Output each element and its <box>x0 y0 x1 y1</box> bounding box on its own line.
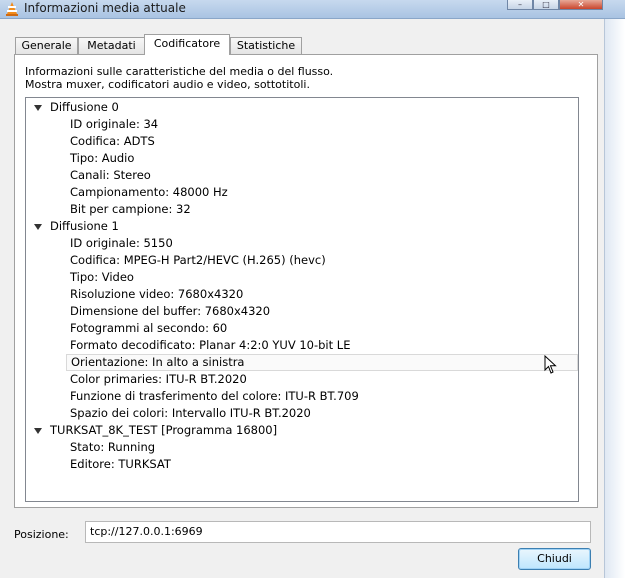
tree-node-stream-1[interactable]: Diffusione 1 <box>26 218 576 235</box>
tree-item[interactable]: Dimensione del buffer: 7680x4320 <box>70 303 270 320</box>
tab-statistiche[interactable]: Statistiche <box>230 37 302 54</box>
tree-item[interactable]: Tipo: Video <box>70 269 134 286</box>
tree-node-label: TURKSAT_8K_TEST [Programma 16800] <box>50 423 278 437</box>
tree-item[interactable]: Canali: Stereo <box>70 167 151 184</box>
codec-tree[interactable]: Diffusione 0 ID originale: 34 Codifica: … <box>25 97 579 502</box>
tree-node-stream-0[interactable]: Diffusione 0 <box>26 99 576 116</box>
tree-item[interactable]: Editore: TURKSAT <box>70 456 171 473</box>
expand-arrow-icon[interactable] <box>34 224 42 230</box>
tree-node-label: Diffusione 1 <box>50 219 119 233</box>
close-button[interactable]: Chiudi <box>518 548 591 570</box>
position-field[interactable]: tcp://127.0.0.1:6969 <box>85 521 591 543</box>
tree-item[interactable]: Bit per campione: 32 <box>70 201 191 218</box>
tree-item[interactable]: ID originale: 5150 <box>70 235 173 252</box>
tab-metadati[interactable]: Metadati <box>78 37 145 54</box>
tree-item[interactable]: Spazio dei colori: Intervallo ITU-R BT.2… <box>70 405 311 422</box>
tab-generale[interactable]: Generale <box>15 37 78 54</box>
position-label: Posizione: <box>14 528 69 541</box>
tree-node-program[interactable]: TURKSAT_8K_TEST [Programma 16800] <box>26 422 576 439</box>
codec-panel: Informazioni sulle caratteristiche del m… <box>14 54 598 508</box>
maximize-button[interactable]: □ <box>533 0 559 10</box>
tree-node-label: Diffusione 0 <box>50 100 119 114</box>
tree-item[interactable]: Risoluzione video: 7680x4320 <box>70 286 243 303</box>
tree-item[interactable]: Stato: Running <box>70 439 155 456</box>
minimize-button[interactable]: – <box>507 0 533 10</box>
window-frame <box>605 19 625 578</box>
tree-item[interactable]: ID originale: 34 <box>70 116 158 133</box>
tab-codificatore[interactable]: Codificatore <box>144 34 230 55</box>
tree-item[interactable]: Formato decodificato: Planar 4:2:0 YUV 1… <box>70 337 350 354</box>
description-line-2: Mostra muxer, codificatori audio e video… <box>25 78 310 91</box>
window-title: Informazioni media attuale <box>24 1 186 15</box>
panel-description: Informazioni sulle caratteristiche del m… <box>25 65 333 91</box>
tree-item[interactable]: Tipo: Audio <box>70 150 134 167</box>
description-line-1: Informazioni sulle caratteristiche del m… <box>25 65 334 78</box>
expand-arrow-icon[interactable] <box>34 105 42 111</box>
tree-item[interactable]: Campionamento: 48000 Hz <box>70 184 228 201</box>
tree-item-hovered[interactable]: Orientazione: In alto a sinistra <box>66 354 578 371</box>
title-bar[interactable]: Informazioni media attuale – □ ✕ <box>0 0 625 19</box>
window-close-button[interactable]: ✕ <box>559 0 603 10</box>
vlc-cone-icon <box>6 2 18 16</box>
tree-item[interactable]: Color primaries: ITU-R BT.2020 <box>70 371 247 388</box>
tree-item[interactable]: Codifica: ADTS <box>70 133 155 150</box>
tree-item[interactable]: Fotogrammi al secondo: 60 <box>70 320 227 337</box>
expand-arrow-icon[interactable] <box>34 428 42 434</box>
mouse-pointer-icon <box>544 355 557 374</box>
tree-item[interactable]: Funzione di trasferimento del colore: IT… <box>70 388 359 405</box>
tree-item[interactable]: Codifica: MPEG-H Part2/HEVC (H.265) (hev… <box>70 252 326 269</box>
